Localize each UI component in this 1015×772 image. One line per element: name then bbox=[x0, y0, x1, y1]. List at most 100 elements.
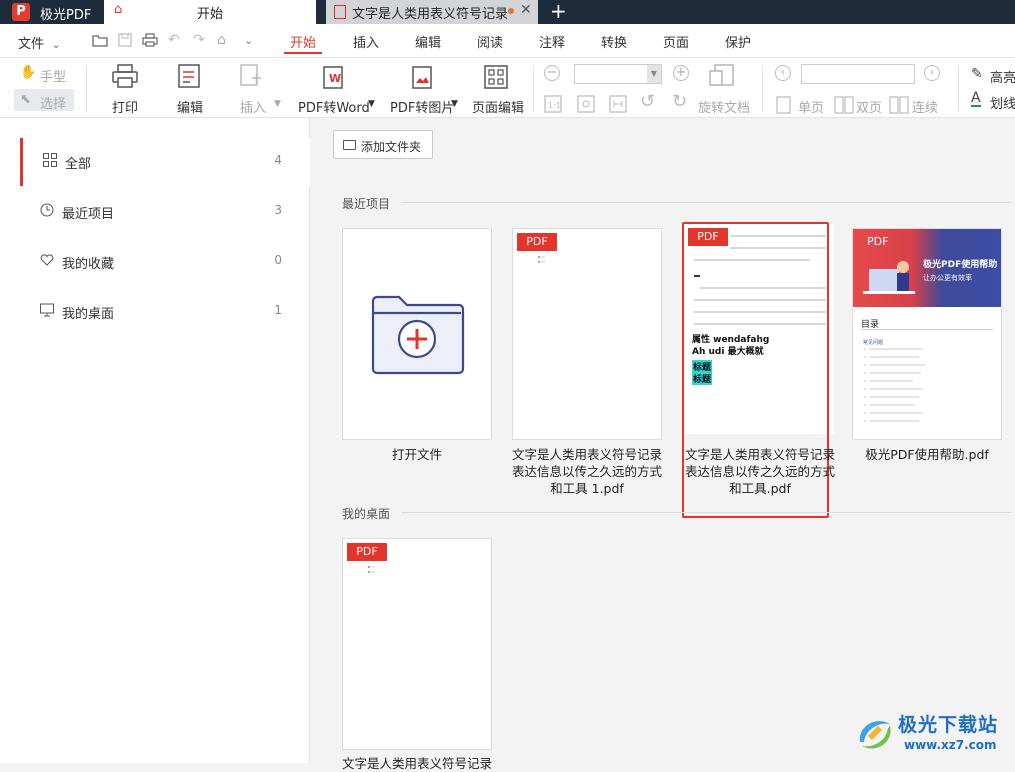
continuous-button[interactable]: 连续 bbox=[912, 97, 938, 116]
main-content: 添加文件夹 最近项目 打开文件 PDF 文字是人类用表义符号记录 表达信息以传之… bbox=[311, 118, 1015, 771]
cover-subtitle: 让办公更有效率 bbox=[923, 274, 972, 282]
thumbnail-text-lines bbox=[368, 566, 375, 573]
sidebar-item-label: 我的桌面 bbox=[62, 307, 115, 322]
sidebar-item-desktop[interactable]: 我的桌面 1 bbox=[20, 288, 310, 336]
pdf-badge: PDF bbox=[347, 543, 387, 561]
menu-bar: 文件 ⌄ ↶ ↷ ⌂ ⌄ 开始 插入 编辑 阅读 注释 转换 页面 保护 bbox=[0, 24, 1015, 58]
recent-section-title: 最近项目 bbox=[342, 197, 391, 211]
sidebar-item-favorites[interactable]: 我的收藏 0 bbox=[20, 238, 310, 286]
menu-tab-edit[interactable]: 编辑 bbox=[415, 32, 441, 51]
pdf-to-word-chevron-icon[interactable]: ▼ bbox=[368, 99, 375, 109]
actual-size-icon[interactable]: 1:1 bbox=[544, 95, 562, 113]
file-card[interactable]: PDF 极光PDF使用帮助 让办公更有效率 目录 常见问题 bbox=[852, 228, 1002, 440]
pdf-to-word-icon: W bbox=[323, 66, 343, 89]
app-logo-icon: P bbox=[12, 3, 30, 21]
tab-home[interactable]: ⌂ 开始 bbox=[104, 0, 316, 24]
insert-button[interactable]: 插入 bbox=[240, 97, 266, 116]
sidebar-item-count: 4 bbox=[274, 153, 282, 167]
zoom-in-icon[interactable]: + bbox=[673, 65, 689, 81]
fit-page-icon[interactable] bbox=[709, 64, 735, 86]
print-icon[interactable] bbox=[142, 33, 158, 47]
pdf-to-image-button[interactable]: PDF转图片 bbox=[390, 97, 454, 116]
sidebar-item-all[interactable]: 全部 4 bbox=[20, 138, 310, 186]
sidebar-item-count: 1 bbox=[274, 303, 282, 317]
divider bbox=[401, 202, 1011, 203]
menu-tab-read[interactable]: 阅读 bbox=[477, 32, 503, 51]
select-tool-button[interactable]: 选择 bbox=[40, 93, 66, 112]
rotate-document-button[interactable]: 旋转文档 bbox=[698, 97, 750, 116]
customize-chevron-icon[interactable]: ⌄ bbox=[244, 34, 253, 47]
divider bbox=[958, 66, 959, 112]
file-name-line: 和工具 1.pdf bbox=[550, 481, 624, 496]
watermark-logo-icon bbox=[859, 721, 891, 749]
fit-visible-icon[interactable] bbox=[609, 95, 627, 113]
insert-page-icon bbox=[240, 64, 261, 86]
menu-tab-convert[interactable]: 转换 bbox=[601, 32, 627, 51]
unsaved-dot-icon bbox=[508, 8, 514, 14]
toc-section: 常见问题 bbox=[863, 340, 884, 346]
menu-tab-protect[interactable]: 保护 bbox=[725, 32, 751, 51]
open-file-label: 打开文件 bbox=[391, 447, 442, 462]
hand-tool-button[interactable]: 手型 bbox=[40, 66, 66, 85]
print-button[interactable]: 打印 bbox=[112, 97, 138, 116]
undo-icon[interactable]: ↶ bbox=[168, 32, 180, 48]
fit-width-icon[interactable] bbox=[577, 95, 595, 113]
file-name: 文字是人类用表义符号记录 表达信息以传之久远的方式 和工具 1.pdf bbox=[507, 446, 667, 497]
file-name-line: 表达信息以传之久远的方式 bbox=[511, 464, 662, 479]
file-card[interactable]: PDF bbox=[512, 228, 662, 440]
page-edit-button[interactable]: 页面编辑 bbox=[472, 97, 524, 116]
open-file-card[interactable] bbox=[342, 228, 492, 440]
title-bar: P 极光PDF ⌂ 开始 文字是人类用表义符号记录... ✕ + bbox=[0, 0, 1015, 24]
tab-document-label: 文字是人类用表义符号记录... bbox=[352, 7, 507, 22]
save-icon[interactable] bbox=[118, 33, 132, 47]
pdf-to-word-button[interactable]: PDF转Word bbox=[298, 97, 370, 116]
sidebar-item-count: 0 bbox=[274, 253, 282, 267]
double-page-icon bbox=[834, 96, 854, 114]
close-tab-icon[interactable]: ✕ bbox=[520, 2, 532, 18]
tab-home-label: 开始 bbox=[197, 7, 224, 22]
menu-tab-page[interactable]: 页面 bbox=[663, 32, 689, 51]
page-number-input[interactable] bbox=[801, 64, 915, 84]
file-name: 文字是人类用表义符号记录 bbox=[341, 756, 492, 771]
tab-document[interactable]: 文字是人类用表义符号记录... ✕ bbox=[326, 0, 538, 24]
rotate-left-icon[interactable]: ↺ bbox=[640, 91, 655, 112]
pdf-file-icon bbox=[334, 5, 346, 19]
menu-tab-start[interactable]: 开始 bbox=[290, 32, 316, 51]
file-name-line: 文字是人类用表义符号记录 bbox=[684, 447, 835, 462]
menu-tab-insert[interactable]: 插入 bbox=[353, 32, 379, 51]
clock-icon bbox=[40, 203, 54, 217]
single-page-button[interactable]: 单页 bbox=[798, 97, 824, 116]
grid-icon bbox=[43, 153, 57, 167]
zoom-dropdown-chevron-icon: ▼ bbox=[647, 65, 661, 83]
app-name: 极光PDF bbox=[40, 8, 92, 23]
double-page-button[interactable]: 双页 bbox=[856, 97, 882, 116]
file-card[interactable]: PDF bbox=[342, 538, 492, 750]
previous-page-icon[interactable]: ‹ bbox=[775, 65, 791, 81]
redo-icon[interactable]: ↷ bbox=[193, 32, 205, 48]
home-quick-icon[interactable]: ⌂ bbox=[217, 32, 226, 48]
sidebar-item-label: 全部 bbox=[65, 157, 92, 172]
divider bbox=[762, 66, 763, 112]
edit-button[interactable]: 编辑 bbox=[177, 97, 203, 116]
divider bbox=[861, 329, 993, 330]
pdf-to-image-chevron-icon[interactable]: ▼ bbox=[451, 99, 458, 109]
file-name-line: 表达信息以传之久远的方式 bbox=[684, 464, 835, 479]
add-folder-label: 添加文件夹 bbox=[361, 140, 422, 154]
watermark-url: www.xz7.com bbox=[904, 738, 997, 752]
file-menu[interactable]: 文件 ⌄ bbox=[18, 33, 60, 52]
open-folder-icon[interactable] bbox=[92, 33, 108, 47]
rotate-right-icon[interactable]: ↻ bbox=[672, 91, 687, 112]
underline-button[interactable]: 划线 bbox=[990, 93, 1015, 112]
heart-icon bbox=[40, 254, 54, 266]
menu-tab-annotate[interactable]: 注释 bbox=[539, 32, 565, 51]
new-tab-button[interactable]: + bbox=[550, 0, 567, 23]
sidebar-item-label: 我的收藏 bbox=[62, 257, 115, 272]
zoom-out-icon[interactable]: − bbox=[544, 65, 560, 81]
next-page-icon[interactable]: › bbox=[924, 65, 940, 81]
zoom-level-select[interactable]: ▼ bbox=[574, 64, 662, 84]
highlight-button[interactable]: 高亮 bbox=[990, 67, 1015, 86]
insert-chevron-icon[interactable]: ▼ bbox=[274, 99, 281, 109]
add-folder-button[interactable]: 添加文件夹 bbox=[333, 130, 433, 159]
single-page-icon bbox=[776, 96, 791, 114]
sidebar-item-recent[interactable]: 最近项目 3 bbox=[20, 188, 310, 236]
